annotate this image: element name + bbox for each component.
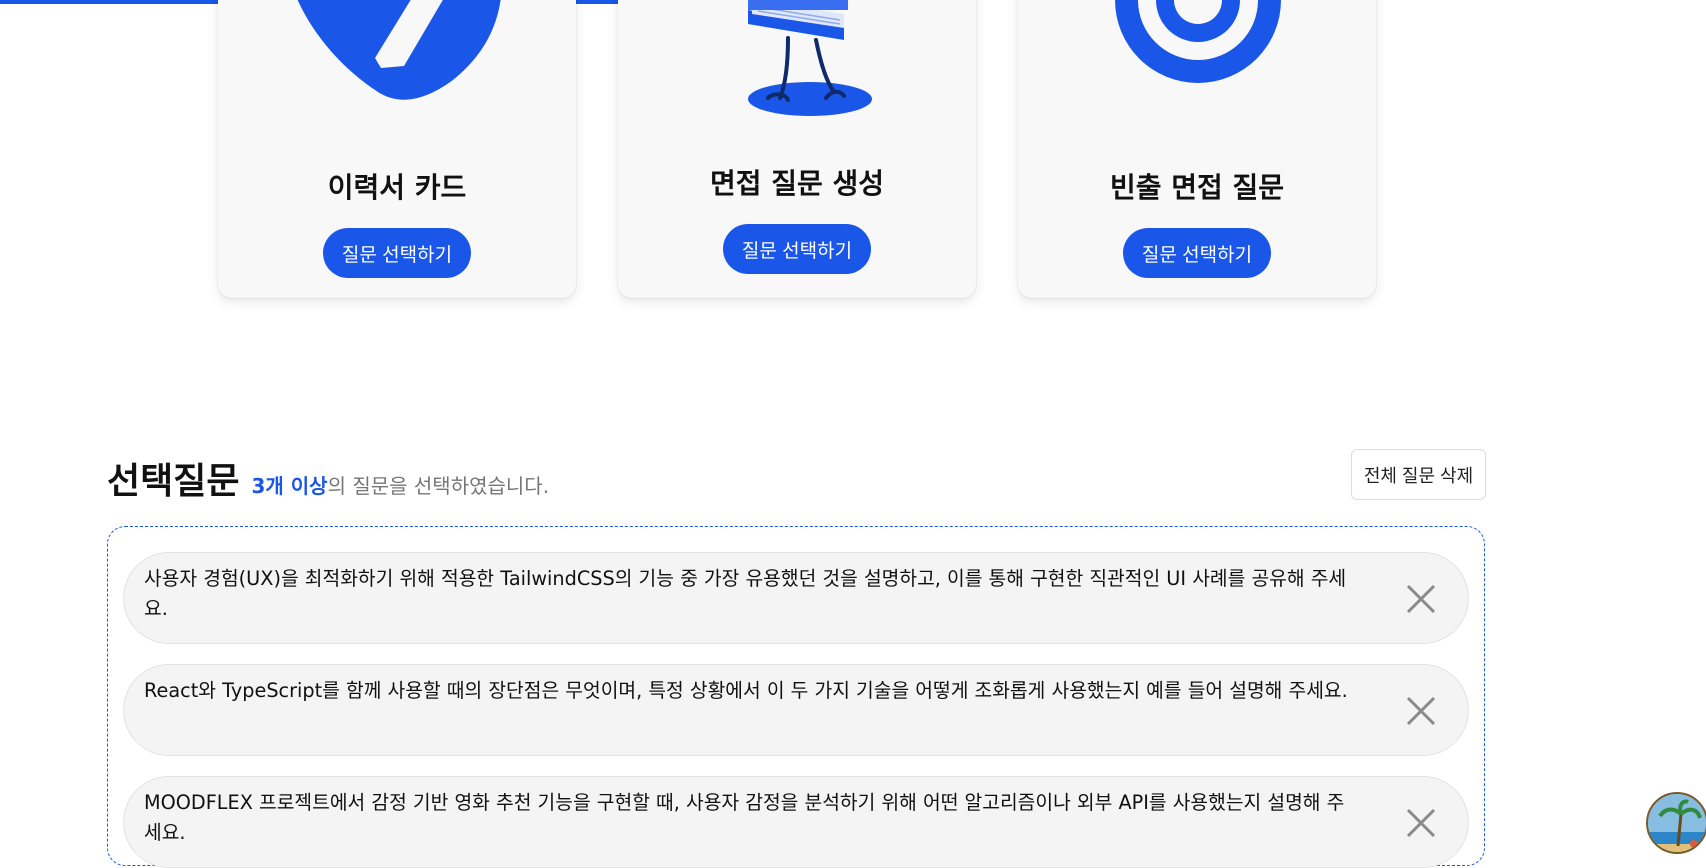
question-text: React와 TypeScript를 함께 사용할 때의 장단점은 무엇이며, …	[144, 680, 1348, 703]
avatar[interactable]	[1646, 792, 1706, 854]
resume-pencil-icon	[297, 0, 501, 100]
question-item: React와 TypeScript를 함께 사용할 때의 장단점은 무엇이며, …	[123, 664, 1469, 756]
card-title: 이력서 카드	[327, 171, 467, 204]
selected-suffix: 의 질문을 선택하였습니다.	[327, 474, 550, 498]
question-item: MOODFLEX 프로젝트에서 감정 기반 영화 추천 기능을 구현할 때, 사…	[123, 776, 1469, 868]
card-frequent[interactable]: 빈출 면접 질문 질문 선택하기	[1018, 0, 1376, 298]
walking-book-icon	[748, 0, 872, 116]
selected-header: 선택질문 3개 이상의 질문을 선택하였습니다.	[107, 452, 549, 504]
card-generate[interactable]: 면접 질문 생성 질문 선택하기	[618, 0, 976, 298]
section-title: 선택질문	[107, 461, 240, 502]
selected-count-text: 3개 이상의 질문을 선택하였습니다.	[251, 470, 549, 499]
select-question-button[interactable]: 질문 선택하기	[323, 228, 471, 278]
close-icon[interactable]	[1406, 584, 1436, 614]
beach-avatar-image	[1648, 794, 1706, 852]
target-icon	[1115, 0, 1281, 83]
question-text: MOODFLEX 프로젝트에서 감정 기반 영화 추천 기능을 구현할 때, 사…	[144, 792, 1345, 845]
question-text: 사용자 경험(UX)을 최적화하기 위해 적용한 TailwindCSS의 기능…	[144, 568, 1347, 621]
selected-count: 3개 이상	[251, 474, 328, 498]
card-title: 면접 질문 생성	[709, 167, 885, 200]
close-icon[interactable]	[1406, 808, 1436, 838]
select-question-button[interactable]: 질문 선택하기	[723, 224, 871, 274]
question-item: 사용자 경험(UX)을 최적화하기 위해 적용한 TailwindCSS의 기능…	[123, 552, 1469, 644]
close-icon[interactable]	[1406, 696, 1436, 726]
select-question-button[interactable]: 질문 선택하기	[1123, 228, 1271, 278]
card-title: 빈출 면접 질문	[1109, 171, 1285, 204]
card-resume[interactable]: 이력서 카드 질문 선택하기	[218, 0, 576, 298]
delete-all-button[interactable]: 전체 질문 삭제	[1351, 449, 1486, 500]
